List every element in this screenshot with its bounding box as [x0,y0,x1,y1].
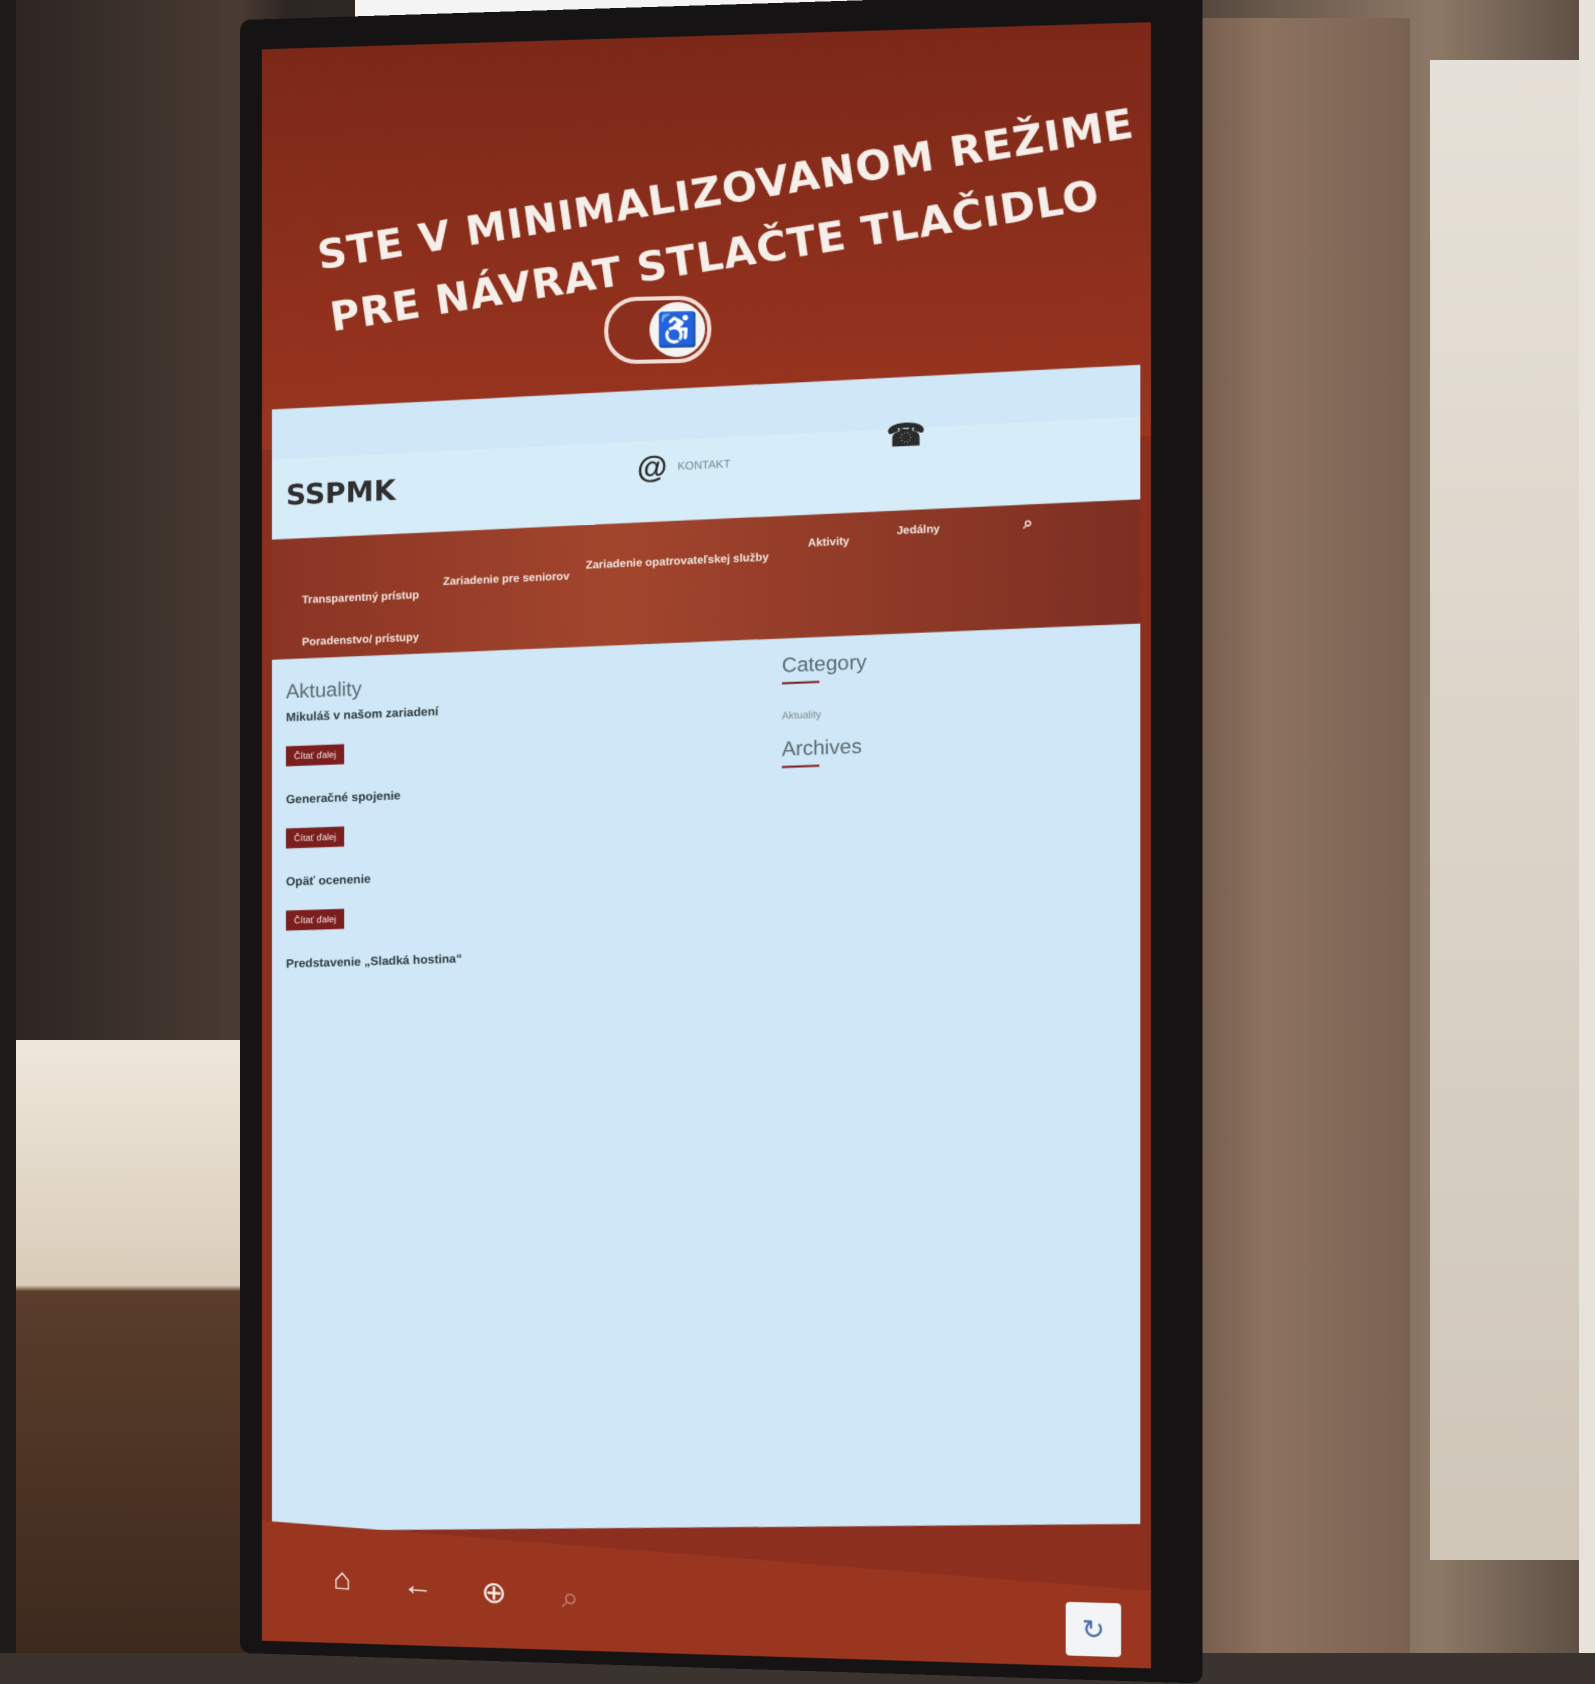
post-excerpt [286,801,765,818]
archive-item[interactable] [782,783,1098,794]
archive-item[interactable] [782,783,1098,794]
recaptcha-badge[interactable]: ↻ [1065,1601,1122,1658]
archive-item[interactable] [782,783,1098,794]
archive-item[interactable] [782,783,1098,794]
archive-item[interactable] [782,783,1098,794]
archive-item[interactable] [782,783,1098,794]
website-view: SSPMK @ KONTAKT ☎ Transparentný prístup … [271,364,1141,1531]
archive-item[interactable] [782,783,1098,794]
nav-item-aktivity[interactable]: Aktivity [808,535,849,549]
archive-item[interactable] [782,783,1098,794]
kiosk-bottom-bar: ⌂ ← ⊕ ⌕ [261,1520,1151,1669]
post-title[interactable]: Predstavenie „Sladká hostina“ [286,942,765,970]
post-excerpt [286,885,765,901]
right-light-strip [1579,0,1595,1653]
wooden-door [1170,18,1410,1653]
at-sign-icon: @ [637,450,668,486]
site-logo[interactable]: SSPMK [286,474,396,512]
category-heading: Category [781,651,867,678]
phone-icon: ☎ [886,417,926,454]
archive-list [782,783,1098,794]
zoom-in-icon[interactable]: ⊕ [474,1574,515,1613]
search-icon[interactable]: ⌕ [550,1580,591,1618]
email-label: KONTAKT [677,458,731,473]
read-more-button[interactable]: Čítať ďalej [285,826,345,849]
heading-underline [781,764,820,769]
archive-item[interactable] [782,783,1098,794]
post-title[interactable]: Generačné spojenie [286,775,765,806]
archive-item[interactable] [782,783,1098,794]
archives-heading: Archives [781,735,862,761]
page-content: Aktuality Mikuláš v našom zariadení Číta… [272,623,1140,1530]
archive-item[interactable] [782,783,1098,794]
news-post: Opäť ocenenie Čítať ďalej [285,859,765,931]
archive-item[interactable] [782,783,1098,794]
left-dark-strip [0,0,16,1653]
news-column: Aktuality Mikuláš v našom zariadení Číta… [285,649,765,996]
nav-item-jedalny[interactable]: Jedálny [897,523,940,537]
archive-item[interactable] [782,783,1098,794]
archive-item[interactable] [782,783,1098,794]
nav-item-transparentny-pristup[interactable]: Transparentný prístup [302,589,419,606]
archive-item[interactable] [782,783,1098,794]
archive-item[interactable] [782,783,1098,794]
archive-item[interactable] [782,783,1098,794]
archive-item[interactable] [782,783,1098,794]
home-icon[interactable]: ⌂ [322,1561,362,1598]
news-post: Mikuláš v našom zariadení Čítať ďalej [285,691,765,767]
read-more-button[interactable]: Čítať ďalej [285,908,345,931]
search-icon[interactable]: ⌕ [1023,515,1033,534]
archive-item[interactable] [782,783,1098,794]
news-post: Predstavenie „Sladká hostina“ [286,942,765,970]
nav-item-poradenstvo[interactable]: Poradenstvo/ prístupy [302,631,419,648]
back-arrow-icon[interactable]: ← [398,1568,438,1606]
wheelchair-icon: ♿ [649,301,706,358]
archive-item[interactable] [782,783,1098,794]
read-more-button[interactable]: Čítať ďalej [285,744,345,767]
heading-underline [781,680,820,685]
desk [16,1040,256,1653]
archive-item[interactable] [782,783,1098,794]
nav-item-zariadenie-pre-seniorov[interactable]: Zariadenie pre seniorov [443,570,569,588]
window [1430,60,1579,1560]
archive-item[interactable] [782,783,1098,794]
contact-email[interactable]: @ KONTAKT [637,447,730,486]
kiosk-screen: STE V MINIMALIZOVANOM REŽIME PRE NÁVRAT … [261,22,1151,1669]
nav-item-opatrovatelska-sluzba[interactable]: Zariadenie opatrovateľskej služby [586,551,769,571]
category-list: Aktuality [782,699,1098,722]
post-title[interactable]: Opäť ocenenie [286,859,765,889]
sidebar: Category Aktuality Archives [781,625,1098,794]
contact-phone[interactable]: ☎ [886,416,936,454]
news-post: Generačné spojenie Čítať ďalej [285,775,765,849]
accessibility-toggle[interactable]: ♿ [604,295,712,365]
kiosk-display: STE V MINIMALIZOVANOM REŽIME PRE NÁVRAT … [240,0,1203,1684]
category-item[interactable]: Aktuality [782,699,1098,722]
